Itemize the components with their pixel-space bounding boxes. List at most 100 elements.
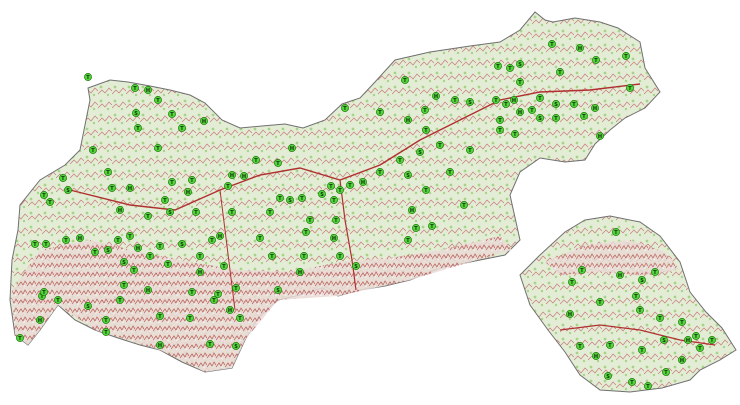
map-marker[interactable]: T bbox=[300, 252, 308, 260]
map-marker[interactable]: T bbox=[40, 191, 48, 199]
map-marker[interactable]: T bbox=[266, 208, 274, 216]
map-marker[interactable]: T bbox=[130, 266, 138, 274]
map-marker[interactable]: T bbox=[330, 196, 338, 204]
map-marker[interactable]: T bbox=[114, 236, 122, 244]
map-marker[interactable]: T bbox=[506, 64, 514, 72]
map-marker[interactable]: H bbox=[296, 268, 304, 276]
map-marker[interactable]: H bbox=[200, 117, 208, 125]
map-marker[interactable]: T bbox=[186, 314, 194, 322]
map-marker[interactable]: S bbox=[84, 302, 92, 310]
map-marker[interactable]: T bbox=[144, 212, 152, 220]
map-marker[interactable]: T bbox=[651, 268, 659, 276]
map-marker[interactable]: T bbox=[59, 174, 67, 182]
map-marker[interactable]: T bbox=[528, 106, 536, 114]
map-marker[interactable]: T bbox=[644, 382, 652, 390]
map-canvas[interactable]: TTHTSTTHTTTSTTHTTTHTSTTHTTTSTTHTTTHTSTTH… bbox=[0, 0, 740, 405]
map-marker[interactable]: T bbox=[628, 378, 636, 386]
map-marker[interactable]: T bbox=[154, 144, 162, 152]
map-marker[interactable]: T bbox=[494, 62, 502, 70]
map-marker[interactable]: H bbox=[134, 244, 142, 252]
map-marker[interactable]: H bbox=[330, 234, 338, 242]
map-marker[interactable]: T bbox=[638, 346, 646, 354]
map-marker[interactable]: H bbox=[359, 178, 367, 186]
map-marker[interactable]: T bbox=[396, 156, 404, 164]
map-marker[interactable]: T bbox=[596, 298, 604, 306]
map-marker[interactable]: S bbox=[120, 258, 128, 266]
map-marker[interactable]: T bbox=[626, 84, 634, 92]
map-marker[interactable]: T bbox=[40, 288, 48, 296]
map-marker[interactable]: T bbox=[302, 228, 310, 236]
map-marker[interactable]: T bbox=[606, 341, 614, 349]
map-marker[interactable]: T bbox=[346, 181, 354, 189]
map-marker[interactable]: S bbox=[638, 276, 646, 284]
map-marker[interactable]: T bbox=[412, 224, 420, 232]
tyrol-map[interactable]: TT HTS TTHTTTSTT HTT THTS T THT TT S TTHTTTHT S TTH… bbox=[0, 0, 740, 405]
map-marker[interactable]: T bbox=[206, 340, 214, 348]
map-marker[interactable]: T bbox=[131, 84, 139, 92]
map-marker[interactable]: T bbox=[192, 208, 200, 216]
map-marker[interactable]: T bbox=[336, 252, 344, 260]
map-marker[interactable]: S bbox=[404, 171, 412, 179]
map-marker[interactable]: H bbox=[596, 132, 604, 140]
map-marker[interactable]: H bbox=[616, 271, 624, 279]
map-marker[interactable]: T bbox=[84, 73, 92, 81]
map-marker[interactable]: T bbox=[422, 126, 430, 134]
map-marker[interactable]: S bbox=[178, 240, 186, 248]
map-marker[interactable]: T bbox=[656, 314, 664, 322]
map-marker[interactable]: T bbox=[196, 252, 204, 260]
map-marker[interactable]: T bbox=[168, 110, 176, 118]
map-marker[interactable]: T bbox=[580, 112, 588, 120]
map-marker[interactable]: T bbox=[511, 130, 519, 138]
map-marker[interactable]: T bbox=[104, 168, 112, 176]
map-marker[interactable]: T bbox=[134, 124, 142, 132]
map-marker[interactable]: S bbox=[516, 60, 524, 68]
map-marker[interactable]: T bbox=[224, 182, 232, 190]
map-marker[interactable]: T bbox=[274, 159, 282, 167]
map-marker[interactable]: H bbox=[126, 184, 134, 192]
map-marker[interactable]: T bbox=[16, 334, 24, 342]
map-marker[interactable]: H bbox=[76, 234, 84, 242]
map-marker[interactable]: T bbox=[210, 296, 218, 304]
map-marker[interactable]: T bbox=[428, 222, 436, 230]
map-marker[interactable]: T bbox=[404, 236, 412, 244]
map-marker[interactable]: H bbox=[592, 352, 600, 360]
map-marker[interactable]: T bbox=[548, 40, 556, 48]
map-marker[interactable]: T bbox=[576, 342, 584, 350]
map-marker[interactable]: T bbox=[156, 242, 164, 250]
map-marker[interactable]: T bbox=[188, 176, 196, 184]
map-marker[interactable]: T bbox=[568, 278, 576, 286]
map-marker[interactable]: H bbox=[36, 316, 44, 324]
map-marker[interactable]: T bbox=[161, 196, 169, 204]
map-marker[interactable]: H bbox=[144, 86, 152, 94]
map-marker[interactable]: H bbox=[184, 188, 192, 196]
map-marker[interactable]: T bbox=[256, 234, 264, 242]
map-marker[interactable]: T bbox=[188, 288, 196, 296]
map-marker[interactable]: T bbox=[178, 124, 186, 132]
map-marker[interactable]: T bbox=[556, 68, 564, 76]
map-marker[interactable]: T bbox=[696, 344, 704, 352]
map-marker[interactable]: T bbox=[154, 96, 162, 104]
map-marker[interactable]: T bbox=[536, 94, 544, 102]
map-marker[interactable]: T bbox=[421, 106, 429, 114]
map-marker[interactable]: T bbox=[116, 296, 124, 304]
map-marker[interactable]: T bbox=[570, 100, 578, 108]
map-marker[interactable]: T bbox=[62, 236, 70, 244]
map-marker[interactable]: T bbox=[306, 216, 314, 224]
map-marker[interactable]: T bbox=[236, 314, 244, 322]
map-marker[interactable]: H bbox=[516, 108, 524, 116]
map-marker[interactable]: H bbox=[288, 144, 296, 152]
map-marker[interactable]: T bbox=[708, 336, 716, 344]
map-marker[interactable]: H bbox=[408, 206, 416, 214]
map-marker[interactable]: T bbox=[46, 198, 54, 206]
map-marker[interactable]: H bbox=[432, 92, 440, 100]
map-marker[interactable]: T bbox=[268, 252, 276, 260]
map-marker[interactable]: H bbox=[591, 104, 599, 112]
map-marker[interactable]: T bbox=[332, 216, 340, 224]
map-marker[interactable]: S bbox=[274, 286, 282, 294]
map-marker[interactable]: T bbox=[632, 292, 640, 300]
map-marker[interactable]: T bbox=[376, 108, 384, 116]
map-marker[interactable]: H bbox=[678, 356, 686, 364]
map-marker[interactable]: H bbox=[216, 232, 224, 240]
map-marker[interactable]: T bbox=[120, 281, 128, 289]
map-marker[interactable]: S bbox=[352, 262, 360, 270]
